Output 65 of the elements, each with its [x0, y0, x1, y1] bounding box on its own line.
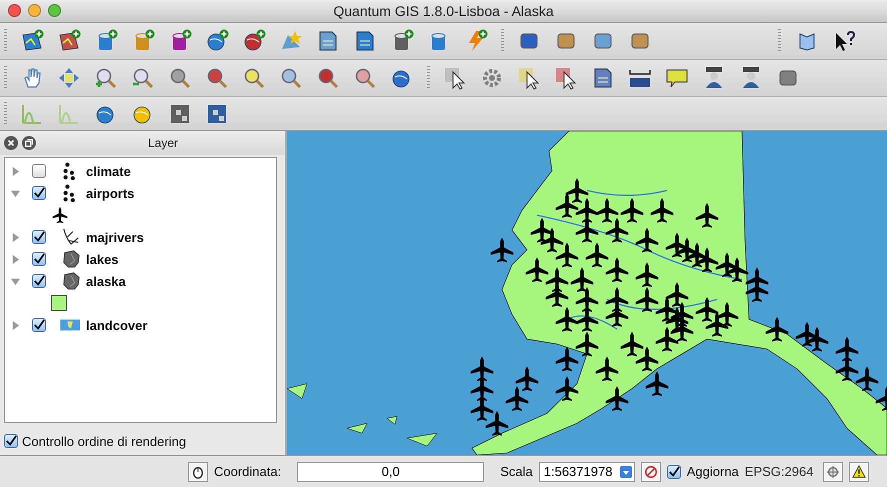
toolbar-grip[interactable] [4, 102, 7, 126]
scale-dropdown[interactable]: 1:56371978 [538, 462, 635, 482]
airplane-icon [51, 206, 69, 224]
layer-name[interactable]: majrivers [86, 230, 144, 244]
magnifier-icon[interactable] [279, 66, 303, 90]
layer-checkbox[interactable] [32, 274, 46, 288]
gear-icon[interactable] [480, 66, 504, 90]
expand-arrow-icon[interactable] [11, 232, 20, 242]
layer-checkbox[interactable] [32, 230, 46, 244]
update-checkbox[interactable] [666, 464, 681, 478]
zoom-window-icon[interactable] [48, 4, 61, 17]
magnifier-icon[interactable] [168, 66, 192, 90]
expand-arrow-icon[interactable] [11, 320, 20, 330]
checkbox-label: Controllo ordine di rendering [22, 434, 186, 448]
magnifier-icon[interactable] [242, 66, 266, 90]
magnifier-icon[interactable] [316, 66, 340, 90]
layer-name[interactable]: lakes [86, 252, 119, 266]
cursor-icon[interactable] [554, 66, 578, 90]
caret-icon [620, 466, 632, 478]
globe-icon[interactable] [242, 29, 266, 53]
window-title: Quantum GIS 1.8.0-Lisboa - Alaska [333, 3, 554, 19]
magnifier-icon[interactable] [205, 66, 229, 90]
toolbar-grip[interactable] [501, 29, 504, 53]
coordinate-field[interactable]: 0,0 [297, 462, 484, 482]
layer-checkbox[interactable] [32, 186, 46, 200]
crs-label[interactable]: EPSG:2964 [744, 464, 814, 479]
magnifier-icon[interactable] [353, 66, 377, 90]
expand-arrow-icon[interactable] [11, 254, 20, 264]
scale-label: Scala [500, 464, 533, 479]
layer-name[interactable]: airports [86, 186, 134, 200]
cursor-icon[interactable] [443, 66, 467, 90]
minimize-icon[interactable] [28, 4, 41, 17]
layer-name[interactable]: landcover [86, 318, 148, 332]
crosshair-icon[interactable] [823, 462, 844, 482]
warning-icon[interactable] [849, 462, 870, 482]
toolbar-grip[interactable] [4, 66, 7, 90]
stop-render-icon[interactable] [640, 462, 661, 482]
toolbar-grip[interactable] [4, 29, 7, 53]
globe-icon[interactable] [205, 29, 229, 53]
zoom-out-icon[interactable] [131, 66, 155, 90]
coordinate-label: Coordinata: [214, 464, 282, 479]
layer-checkbox[interactable] [32, 318, 46, 332]
render-order-checkbox[interactable] [4, 434, 18, 448]
close-icon[interactable] [8, 4, 21, 17]
map-plus-icon[interactable] [20, 29, 44, 53]
layer-name[interactable]: alaska [86, 274, 126, 288]
map-plus-icon[interactable] [57, 29, 81, 53]
panel-title: Layer [148, 136, 178, 150]
toolbar-grip[interactable] [427, 66, 430, 90]
layer-checkbox[interactable] [32, 252, 46, 266]
zoom-in-icon[interactable] [94, 66, 118, 90]
layer-checkbox[interactable] [32, 164, 46, 178]
move-arrows-icon[interactable] [57, 66, 81, 90]
map-drawing[interactable] [287, 131, 887, 455]
collapse-arrow-icon[interactable] [11, 276, 20, 286]
collapse-arrow-icon[interactable] [11, 188, 20, 198]
help-cursor-icon[interactable] [833, 29, 857, 53]
mouse-icon[interactable] [188, 462, 208, 482]
close-icon[interactable] [4, 136, 18, 150]
expand-arrow-icon[interactable] [11, 166, 20, 176]
checkbox-label: Aggiorna [686, 464, 739, 479]
toolbar-grip[interactable] [778, 29, 781, 53]
layer-name[interactable]: climate [86, 164, 131, 178]
cursor-icon[interactable] [517, 66, 541, 90]
float-panel-icon[interactable] [22, 136, 36, 150]
